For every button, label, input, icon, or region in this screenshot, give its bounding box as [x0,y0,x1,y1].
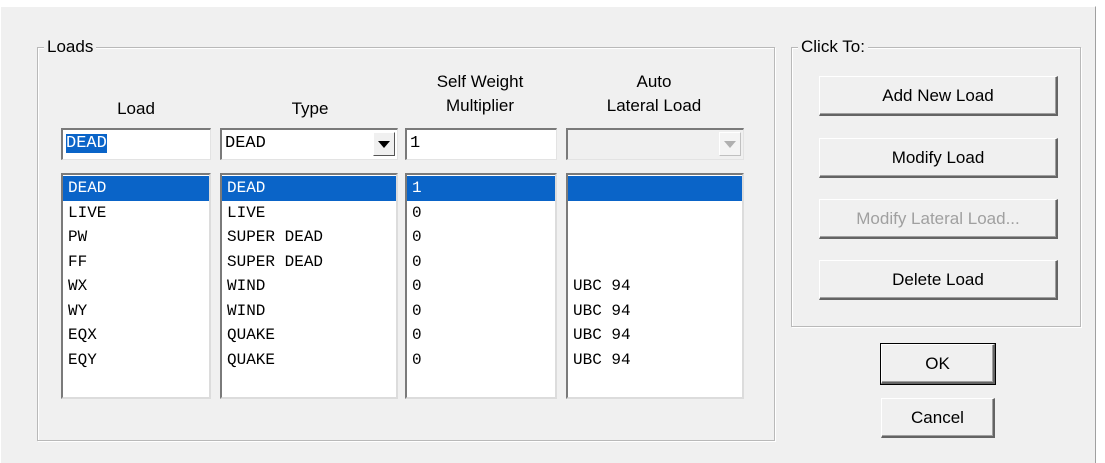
list-item[interactable]: EQX [63,323,209,348]
list-item[interactable]: WY [63,299,209,324]
list-item[interactable]: QUAKE [222,348,396,373]
chevron-down-icon [724,140,736,148]
type-select-value: DEAD [225,134,266,153]
list-item[interactable]: LIVE [63,201,209,226]
header-auto-line2: Lateral Load [606,96,702,115]
cancel-button[interactable]: Cancel [881,398,995,438]
list-item[interactable]: 0 [407,323,555,348]
list-item[interactable]: DEAD [63,176,209,201]
type-select[interactable]: DEAD [220,128,398,160]
list-item[interactable]: FF [63,250,209,275]
list-item[interactable]: WX [63,274,209,299]
load-name-value: DEAD [66,134,107,153]
header-self-weight-line1: Self Weight [436,72,524,91]
header-auto-line1: Auto [636,72,672,91]
list-item[interactable] [568,176,742,201]
load-list[interactable]: DEAD LIVE PW FF WX WY EQX EQY [61,173,211,399]
chevron-down-icon [378,140,390,148]
list-item[interactable]: QUAKE [222,323,396,348]
list-item[interactable]: UBC 94 [568,299,742,324]
self-weight-multiplier-value: 1 [410,134,421,153]
auto-lateral-load-select[interactable] [566,128,744,160]
list-item[interactable]: 0 [407,201,555,226]
list-item[interactable]: UBC 94 [568,274,742,299]
add-new-load-button[interactable]: Add New Load [819,76,1058,116]
header-load: Load [117,99,155,118]
header-self-weight-line2: Multiplier [445,96,515,115]
list-item[interactable] [568,201,742,226]
list-item[interactable]: LIVE [222,201,396,226]
loads-group-title: Loads [44,37,97,57]
list-item[interactable]: WIND [222,274,396,299]
list-item[interactable] [568,225,742,250]
list-item[interactable]: EQY [63,348,209,373]
list-item[interactable]: PW [63,225,209,250]
multiplier-list[interactable]: 1 0 0 0 0 0 0 0 [405,173,557,399]
modify-load-button[interactable]: Modify Load [819,138,1058,178]
list-item[interactable]: 0 [407,299,555,324]
list-item[interactable]: 1 [407,176,555,201]
list-item[interactable]: DEAD [222,176,396,201]
list-item[interactable]: UBC 94 [568,348,742,373]
type-dropdown-button[interactable] [373,132,395,156]
ok-button[interactable]: OK [880,343,996,385]
click-to-group-title: Click To: [798,37,868,57]
self-weight-multiplier-input[interactable]: 1 [405,128,557,160]
auto-lateral-list[interactable]: UBC 94 UBC 94 UBC 94 UBC 94 [566,173,744,399]
type-list[interactable]: DEAD LIVE SUPER DEAD SUPER DEAD WIND WIN… [220,173,398,399]
header-type: Type [291,99,329,118]
delete-load-button[interactable]: Delete Load [819,260,1058,300]
list-item[interactable]: WIND [222,299,396,324]
list-item[interactable]: 0 [407,225,555,250]
list-item[interactable]: 0 [407,250,555,275]
list-item[interactable]: UBC 94 [568,323,742,348]
list-item[interactable]: SUPER DEAD [222,250,396,275]
modify-lateral-load-button[interactable]: Modify Lateral Load... [819,199,1058,239]
list-item[interactable]: 0 [407,274,555,299]
define-loads-dialog: Loads Load Type Self Weight Multiplier A… [0,6,1096,463]
auto-lateral-dropdown-button[interactable] [719,132,741,156]
list-item[interactable]: 0 [407,348,555,373]
load-name-input[interactable]: DEAD [61,128,211,160]
list-item[interactable]: SUPER DEAD [222,225,396,250]
list-item[interactable] [568,250,742,275]
